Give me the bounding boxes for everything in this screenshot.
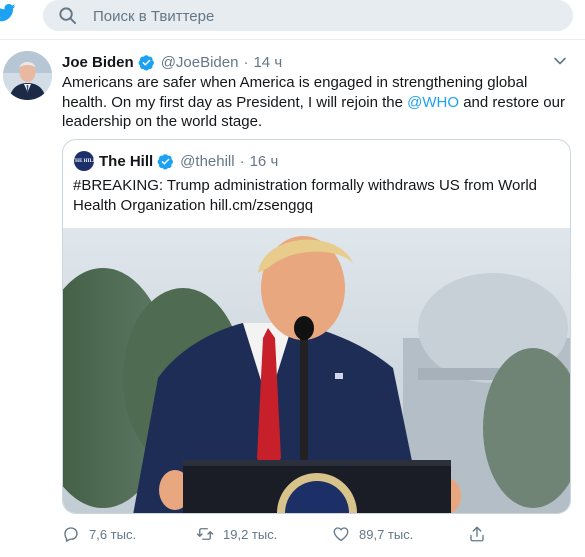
tweet-time[interactable]: 14 ч bbox=[253, 54, 282, 71]
the-hill-logo[interactable]: THE HILL bbox=[71, 151, 97, 171]
heart-icon bbox=[333, 527, 349, 542]
search-bar[interactable] bbox=[43, 0, 573, 31]
tweet-header: Joe Biden @JoeBiden · 14 ч bbox=[62, 52, 562, 72]
retweet-count: 19,2 тыс. bbox=[223, 526, 278, 542]
mention-link[interactable]: @WHO bbox=[407, 94, 459, 111]
quoted-tweet[interactable]: THE HILL The Hill @thehill · 16 ч #BREAK… bbox=[62, 139, 571, 514]
like-button[interactable]: 89,7 тыс. bbox=[332, 523, 413, 545]
quote-photo[interactable] bbox=[63, 228, 571, 514]
verified-badge-icon bbox=[157, 153, 174, 170]
tweet-actions: 7,6 тыс. 19,2 тыс. 89,7 тыс. bbox=[62, 523, 492, 545]
reply-button[interactable]: 7,6 тыс. bbox=[62, 523, 136, 545]
top-bar bbox=[0, 0, 585, 40]
tweet-text: Americans are safer when America is enga… bbox=[62, 73, 567, 132]
tweet[interactable]: Joe Biden @JoeBiden · 14 ч Americans are… bbox=[0, 41, 585, 557]
quote-author-handle[interactable]: @thehill bbox=[180, 153, 234, 170]
share-icon bbox=[470, 526, 484, 542]
logo-text: THE HILL bbox=[71, 158, 97, 164]
author-name[interactable]: Joe Biden bbox=[62, 54, 134, 71]
separator-dot: · bbox=[243, 53, 249, 71]
verified-badge-icon bbox=[138, 54, 154, 71]
quote-author-name[interactable]: The Hill bbox=[99, 153, 153, 170]
share-button[interactable] bbox=[468, 523, 495, 545]
avatar[interactable] bbox=[3, 51, 52, 100]
like-count: 89,7 тыс. bbox=[359, 526, 414, 542]
author-handle[interactable]: @JoeBiden bbox=[161, 54, 239, 71]
separator-dot: · bbox=[239, 152, 245, 170]
search-input[interactable] bbox=[93, 6, 553, 26]
search-icon bbox=[59, 7, 77, 25]
retweet-button[interactable]: 19,2 тыс. bbox=[196, 523, 277, 545]
twitter-bird-icon[interactable] bbox=[0, 4, 16, 22]
reply-count: 7,6 тыс. bbox=[89, 526, 137, 542]
quote-time[interactable]: 16 ч bbox=[250, 153, 279, 170]
avatar-image bbox=[3, 51, 52, 100]
chevron-down-icon[interactable] bbox=[553, 54, 567, 68]
retweet-icon bbox=[196, 528, 214, 540]
reply-icon bbox=[64, 527, 78, 542]
quote-header: THE HILL The Hill @thehill · 16 ч bbox=[71, 151, 279, 171]
quote-text: #BREAKING: Trump administration formally… bbox=[73, 177, 538, 214]
